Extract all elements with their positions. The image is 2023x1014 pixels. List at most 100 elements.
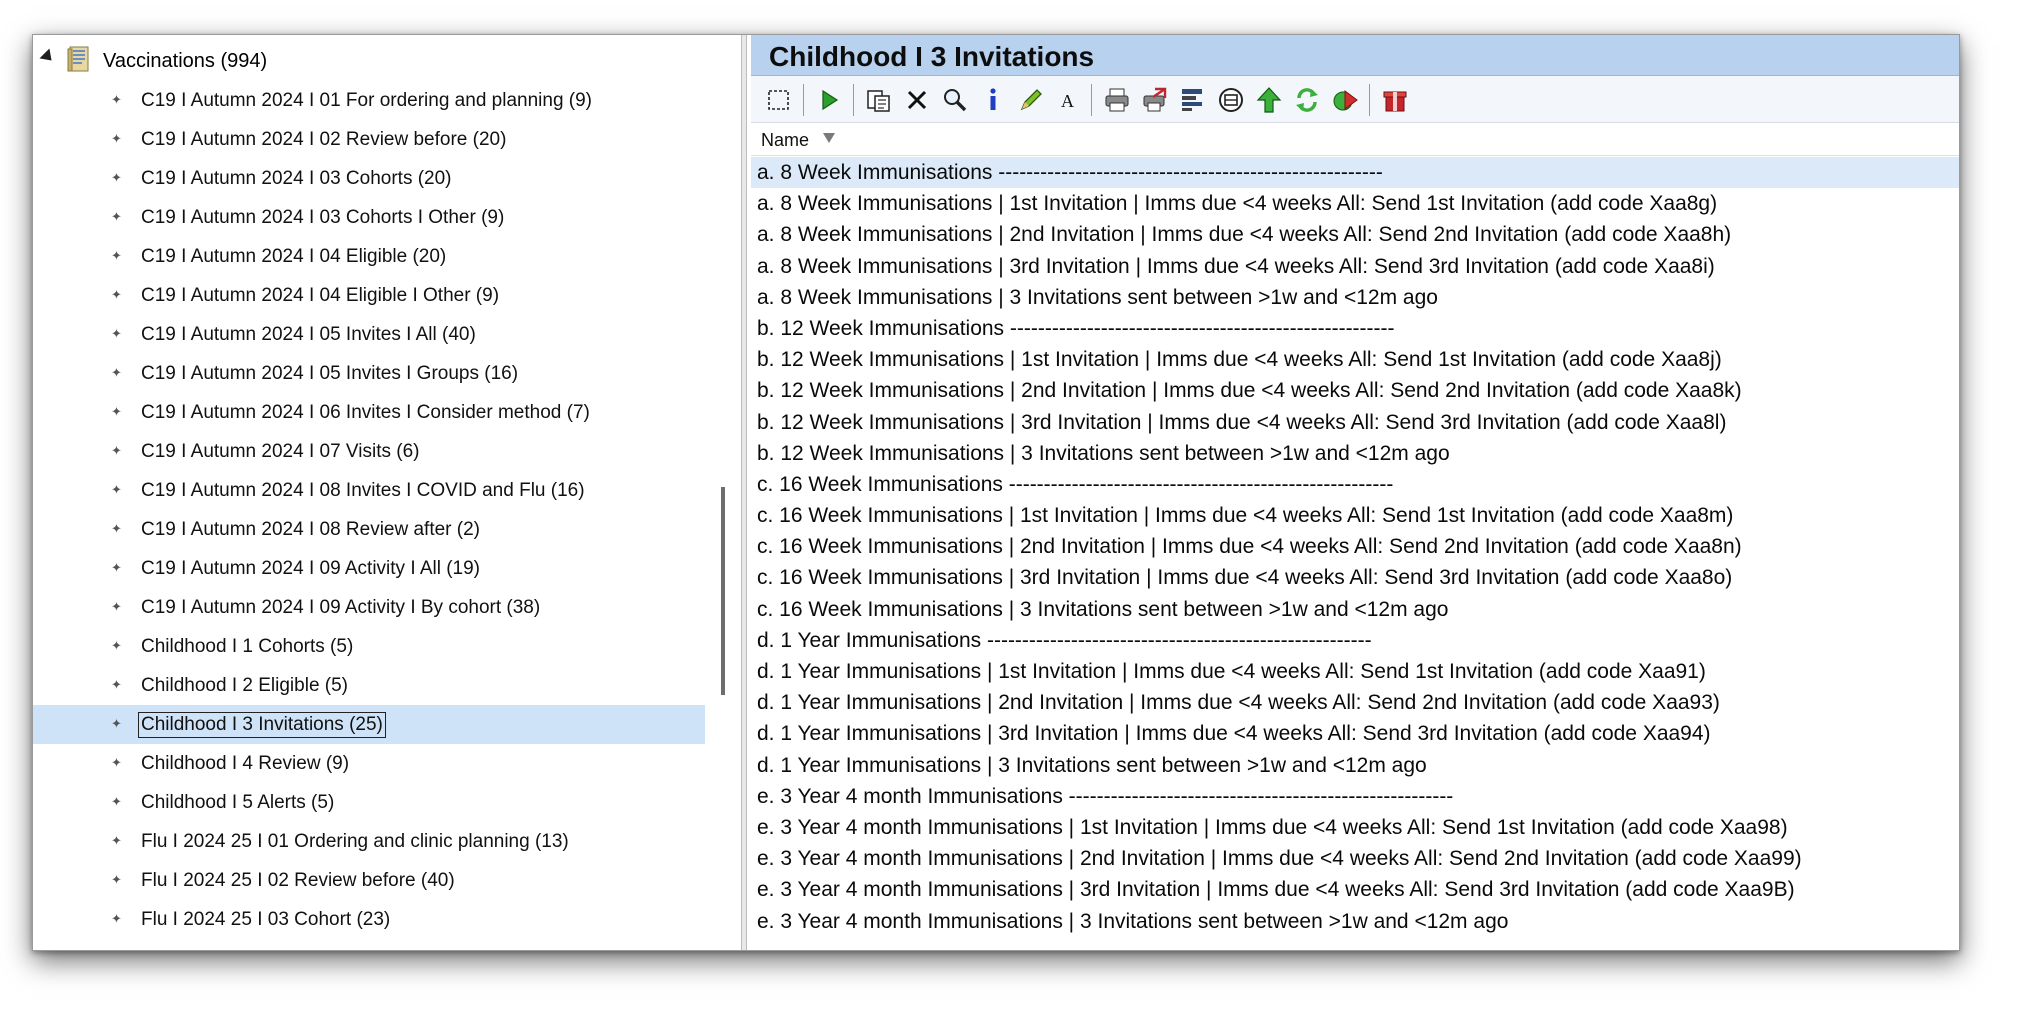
tree-list: ✦ C19 I Autumn 2024 I 01 For ordering and… bbox=[33, 81, 741, 939]
tree-item[interactable]: ✦ Flu I 2024 25 I 02 Review before (40) bbox=[33, 861, 705, 900]
tree-bullet-icon: ✦ bbox=[111, 794, 122, 809]
list-item[interactable]: c. 16 Week Immunisations | 3rd Invitatio… bbox=[751, 562, 1959, 593]
list-item[interactable]: e. 3 Year 4 month Immunisations | 1st In… bbox=[751, 812, 1959, 843]
tree-item[interactable]: ✦ C19 I Autumn 2024 I 09 Activity I By co… bbox=[33, 588, 705, 627]
tree-item-label: C19 I Autumn 2024 I 03 Cohorts I Other (… bbox=[141, 207, 505, 228]
tree-item[interactable]: ✦ C19 I Autumn 2024 I 03 Cohorts I Other … bbox=[33, 198, 705, 237]
tree-root-node[interactable]: Vaccinations (994) bbox=[33, 43, 741, 77]
tree-item[interactable]: ✦ Childhood I 2 Eligible (5) bbox=[33, 666, 705, 705]
search-list: a. 8 Week Immunisations ----------------… bbox=[751, 157, 1959, 937]
print-export-icon[interactable] bbox=[1139, 84, 1171, 116]
list-item[interactable]: d. 1 Year Immunisations | 3 Invitations … bbox=[751, 750, 1959, 781]
select-icon[interactable] bbox=[763, 84, 795, 116]
tree-item[interactable]: ✦ Flu I 2024 25 I 01 Ordering and clinic … bbox=[33, 822, 705, 861]
list-item[interactable]: e. 3 Year 4 month Immunisations | 3rd In… bbox=[751, 874, 1959, 905]
tree-bullet-icon: ✦ bbox=[111, 560, 122, 575]
sort-filter-icon[interactable] bbox=[823, 133, 835, 143]
tree-root-label: Vaccinations (994) bbox=[103, 50, 268, 72]
tree-item[interactable]: ✦ C19 I Autumn 2024 I 08 Invites I COVID … bbox=[33, 471, 705, 510]
group-icon[interactable] bbox=[1215, 84, 1247, 116]
list-item[interactable]: d. 1 Year Immunisations | 3rd Invitation… bbox=[751, 718, 1959, 749]
svg-text:A: A bbox=[1061, 91, 1074, 111]
tree-item-label: Flu I 2024 25 I 02 Review before (40) bbox=[141, 870, 455, 891]
tree-item[interactable]: ✦ C19 I Autumn 2024 I 09 Activity I All (… bbox=[33, 549, 705, 588]
tree-item[interactable]: ✦ C19 I Autumn 2024 I 06 Invites I Consid… bbox=[33, 393, 705, 432]
move-up-icon[interactable] bbox=[1253, 84, 1285, 116]
app-window: Vaccinations (994) ✦ C19 I Autumn 2024 I … bbox=[32, 34, 1960, 951]
tree-item[interactable]: ✦ C19 I Autumn 2024 I 04 Eligible (20) bbox=[33, 237, 705, 276]
run-icon[interactable] bbox=[813, 84, 845, 116]
list-item[interactable]: b. 12 Week Immunisations ---------------… bbox=[751, 313, 1959, 344]
search-icon[interactable] bbox=[939, 84, 971, 116]
list-item[interactable]: b. 12 Week Immunisations | 3 Invitations… bbox=[751, 438, 1959, 469]
tree-bullet-icon: ✦ bbox=[111, 443, 122, 458]
panel-title: Childhood I 3 Invitations bbox=[769, 41, 1095, 72]
tree-bullet-icon: ✦ bbox=[111, 833, 122, 848]
tree-item-label: C19 I Autumn 2024 I 09 Activity I All (1… bbox=[141, 558, 481, 579]
list-item[interactable]: e. 3 Year 4 month Immunisations | 2nd In… bbox=[751, 843, 1959, 874]
column-header-name[interactable]: Name bbox=[761, 130, 809, 151]
tree-item-selected[interactable]: ✦ Childhood I 3 Invitations (25) bbox=[33, 705, 705, 744]
expand-arrow-icon[interactable] bbox=[39, 48, 57, 66]
list-item[interactable]: a. 8 Week Immunisations | 2nd Invitation… bbox=[751, 219, 1959, 250]
tree-item[interactable]: ✦ C19 I Autumn 2024 I 08 Review after (2) bbox=[33, 510, 705, 549]
forward-icon[interactable] bbox=[1329, 84, 1361, 116]
tree-bullet-icon: ✦ bbox=[111, 365, 122, 380]
list-item[interactable]: b. 12 Week Immunisations | 1st Invitatio… bbox=[751, 344, 1959, 375]
list-item[interactable]: c. 16 Week Immunisations | 1st Invitatio… bbox=[751, 500, 1959, 531]
info-icon[interactable] bbox=[977, 84, 1009, 116]
delete-icon[interactable] bbox=[901, 84, 933, 116]
pane-splitter[interactable] bbox=[741, 35, 747, 950]
tree-item[interactable]: ✦ C19 I Autumn 2024 I 01 For ordering and… bbox=[33, 81, 705, 120]
list-item[interactable]: e. 3 Year 4 month Immunisations | 3 Invi… bbox=[751, 906, 1959, 937]
font-icon[interactable]: A bbox=[1051, 84, 1083, 116]
tree-bullet-icon: ✦ bbox=[111, 287, 122, 302]
tree-item[interactable]: ✦ Flu I 2024 25 I 03 Cohort (23) bbox=[33, 900, 705, 939]
tree-item[interactable]: ✦ C19 I Autumn 2024 I 04 Eligible I Other… bbox=[33, 276, 705, 315]
list-item-selected[interactable]: a. 8 Week Immunisations ----------------… bbox=[751, 157, 1959, 189]
tree-bullet-icon: ✦ bbox=[111, 599, 122, 614]
list-item[interactable]: b. 12 Week Immunisations | 3rd Invitatio… bbox=[751, 407, 1959, 438]
tree-bullet-icon: ✦ bbox=[111, 677, 122, 692]
toolbar-separator bbox=[853, 84, 854, 116]
list-item[interactable]: d. 1 Year Immunisations ----------------… bbox=[751, 625, 1959, 656]
tree-item[interactable]: ✦ C19 I Autumn 2024 I 05 Invites I Groups… bbox=[33, 354, 705, 393]
refresh-icon[interactable] bbox=[1291, 84, 1323, 116]
edit-icon[interactable] bbox=[1015, 84, 1047, 116]
tree-item[interactable]: ✦ C19 I Autumn 2024 I 07 Visits (6) bbox=[33, 432, 705, 471]
list-item[interactable]: c. 16 Week Immunisations | 2nd Invitatio… bbox=[751, 531, 1959, 562]
toolbar-separator bbox=[1369, 84, 1370, 116]
tree-item[interactable]: ✦ Childhood I 5 Alerts (5) bbox=[33, 783, 705, 822]
copy-icon[interactable] bbox=[863, 84, 895, 116]
list-item[interactable]: e. 3 Year 4 month Immunisations --------… bbox=[751, 781, 1959, 812]
tree-item[interactable]: ✦ C19 I Autumn 2024 I 03 Cohorts (20) bbox=[33, 159, 705, 198]
tree-scrollbar-thumb[interactable] bbox=[721, 487, 725, 695]
list-item[interactable]: a. 8 Week Immunisations | 3rd Invitation… bbox=[751, 251, 1959, 282]
tree-item-label: C19 I Autumn 2024 I 03 Cohorts (20) bbox=[141, 168, 452, 189]
list-item[interactable]: a. 8 Week Immunisations | 1st Invitation… bbox=[751, 188, 1959, 219]
tree-bullet-icon: ✦ bbox=[111, 248, 122, 263]
list-item[interactable]: d. 1 Year Immunisations | 1st Invitation… bbox=[751, 656, 1959, 687]
tree-bullet-icon: ✦ bbox=[111, 638, 122, 653]
column-header[interactable]: Name bbox=[751, 123, 1959, 156]
list-item[interactable]: c. 16 Week Immunisations ---------------… bbox=[751, 469, 1959, 500]
folder-icon bbox=[67, 45, 93, 73]
tree-item[interactable]: ✦ C19 I Autumn 2024 I 05 Invites I All (4… bbox=[33, 315, 705, 354]
tree-item[interactable]: ✦ Childhood I 4 Review (9) bbox=[33, 744, 705, 783]
print-icon[interactable] bbox=[1101, 84, 1133, 116]
list-item[interactable]: a. 8 Week Immunisations | 3 Invitations … bbox=[751, 282, 1959, 313]
list-item[interactable]: b. 12 Week Immunisations | 2nd Invitatio… bbox=[751, 375, 1959, 406]
list-item[interactable]: d. 1 Year Immunisations | 2nd Invitation… bbox=[751, 687, 1959, 718]
tree-item-label: Childhood I 1 Cohorts (5) bbox=[141, 636, 354, 657]
detail-pane: Childhood I 3 Invitations A Name a. 8 We… bbox=[751, 35, 1959, 950]
list-item[interactable]: c. 16 Week Immunisations | 3 Invitations… bbox=[751, 594, 1959, 625]
gift-icon[interactable] bbox=[1379, 84, 1411, 116]
tree-item-label: Flu I 2024 25 I 03 Cohort (23) bbox=[141, 909, 391, 930]
tree-bullet-icon: ✦ bbox=[111, 326, 122, 341]
tree-item[interactable]: ✦ Childhood I 1 Cohorts (5) bbox=[33, 627, 705, 666]
tree-item-label: Childhood I 4 Review (9) bbox=[141, 753, 350, 774]
tree-item[interactable]: ✦ C19 I Autumn 2024 I 02 Review before (2… bbox=[33, 120, 705, 159]
toolbar-separator bbox=[803, 84, 804, 116]
report-icon[interactable] bbox=[1177, 84, 1209, 116]
tree-bullet-icon: ✦ bbox=[111, 872, 122, 887]
